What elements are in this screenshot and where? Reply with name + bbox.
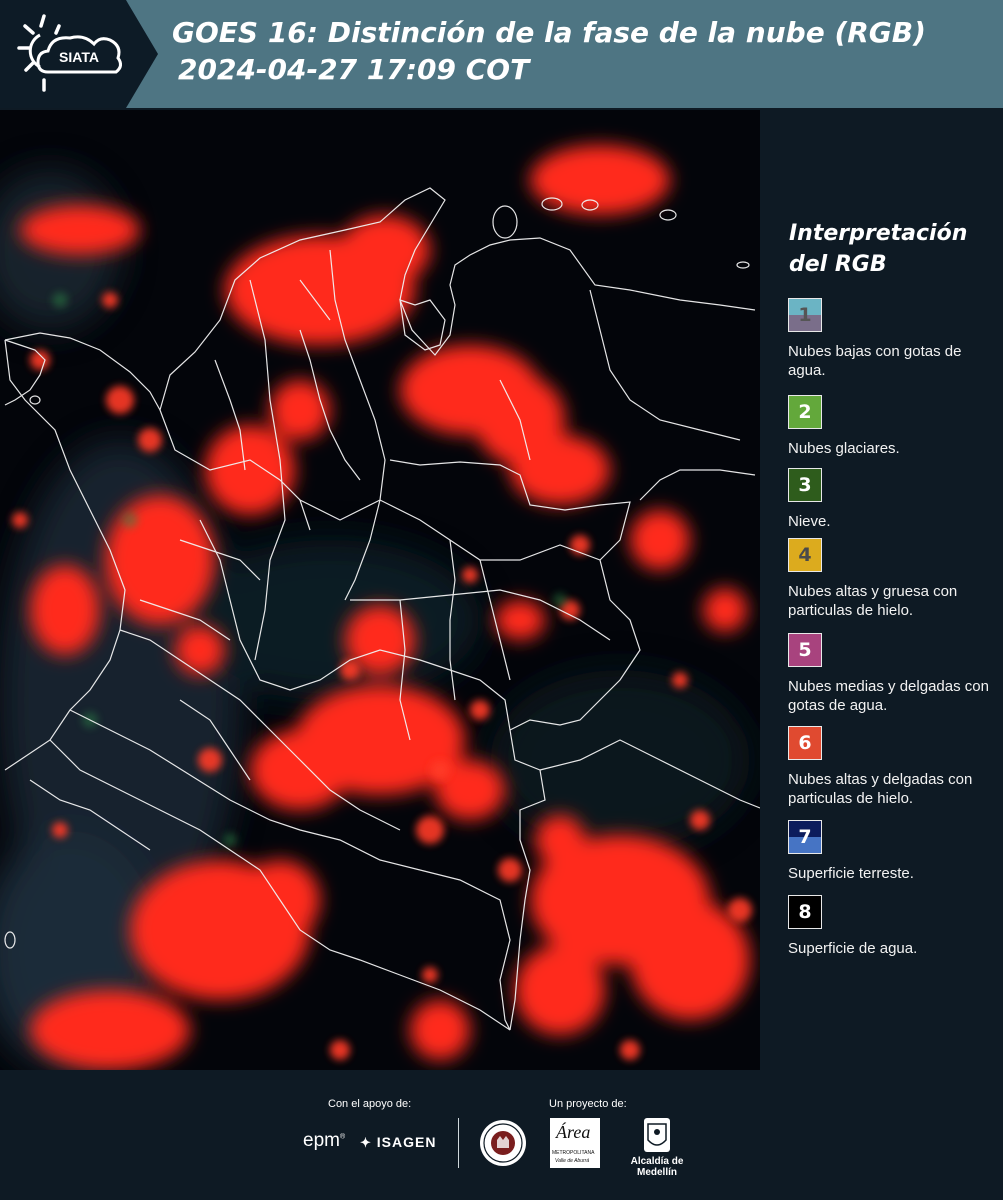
area-logo-subtext-2: Valle de Aburrá (555, 1158, 590, 1164)
area-metropolitana-logo: Área METROPOLITANA Valle de Aburrá (550, 1118, 600, 1168)
satellite-map (0, 110, 760, 1070)
legend-swatch-3: 3 (788, 468, 822, 502)
legend-description-6: Nubes altas y delgadas con particulas de… (788, 771, 973, 807)
legend-item-3: 3 Nieve. (788, 468, 1003, 531)
legend-number-4: 4 (798, 544, 812, 566)
support-label: Con el apoyo de: (328, 1098, 412, 1110)
project-label: Un proyecto de: (549, 1098, 627, 1110)
legend-description-5: Nubes medias y delgadas con gotas de agu… (788, 678, 989, 714)
legend-swatch-5: 5 (788, 633, 822, 667)
legend-description-4: Nubes altas y gruesa con particulas de h… (788, 583, 958, 619)
title-line-2: 2024-04-27 17:09 COT (178, 53, 530, 86)
legend-swatch-4: 4 (788, 538, 822, 572)
legend-description-1: Nubes bajas con gotas de agua. (788, 343, 962, 379)
legend-number-5: 5 (798, 639, 812, 661)
legend-description-2: Nubes glaciares. (788, 440, 900, 457)
siata-logo: SIATA (0, 0, 158, 108)
legend-item-5: 5 Nubes medias y delgadas con gotas de a… (788, 633, 1003, 715)
legend-panel: Interpretación del RGB 1 Nubes bajas con… (760, 110, 1003, 1070)
legend-swatch-2: 2 (788, 395, 822, 429)
legend-swatch-1: 1 (788, 298, 822, 332)
legend-swatch-8: 8 (788, 895, 822, 929)
area-logo-text: Área (556, 1122, 591, 1142)
legend-number-2: 2 (798, 401, 812, 423)
alcaldia-medellin-logo: Alcaldía de Medellín (610, 1118, 704, 1178)
isagen-icon: ✦ (360, 1135, 372, 1150)
legend-description-8: Superficie de agua. (788, 940, 918, 957)
legend-item-6: 6 Nubes altas y delgadas con particulas … (788, 726, 1003, 808)
footer: Con el apoyo de: Un proyecto de: epm® ✦ … (0, 1070, 1003, 1200)
seal-logo (478, 1118, 528, 1168)
legend-item-7: 7 Superficie terreste. (788, 820, 1003, 883)
legend-item-4: 4 Nubes altas y gruesa con particulas de… (788, 538, 1003, 620)
area-logo-subtext-1: METROPOLITANA (552, 1150, 595, 1156)
legend-number-7: 7 (798, 826, 812, 848)
footer-divider (458, 1118, 459, 1168)
legend-number-8: 8 (798, 901, 812, 923)
legend-item-1: 1 Nubes bajas con gotas de agua. (788, 298, 1003, 380)
legend-swatch-7: 7 (788, 820, 822, 854)
epm-logo: epm® (303, 1130, 346, 1151)
isagen-logo-text: ISAGEN (376, 1134, 437, 1150)
legend-swatch-6: 6 (788, 726, 822, 760)
legend-number-3: 3 (798, 474, 812, 496)
title-line-1: GOES 16: Distinción de la fase de la nub… (172, 16, 926, 49)
legend-title-line-2: del RGB (789, 252, 887, 277)
legend-title: Interpretación del RGB (789, 218, 989, 280)
legend-number-1: 1 (798, 304, 812, 326)
isagen-logo: ✦ ISAGEN (360, 1134, 436, 1151)
legend-number-6: 6 (798, 732, 812, 754)
legend-title-line-1: Interpretación (789, 221, 968, 246)
siata-logo-text: SIATA (59, 49, 99, 65)
header-bar: SIATA GOES 16: Distinción de la fase de … (0, 0, 1003, 108)
legend-item-2: 2 Nubes glaciares. (788, 395, 1003, 458)
legend-item-8: 8 Superficie de agua. (788, 895, 1003, 958)
alcaldia-logo-text: Alcaldía de Medellín (630, 1156, 684, 1178)
page-title: GOES 16: Distinción de la fase de la nub… (172, 14, 926, 88)
legend-description-7: Superficie terreste. (788, 865, 914, 882)
legend-description-3: Nieve. (788, 513, 831, 530)
epm-logo-text: epm (303, 1130, 340, 1151)
